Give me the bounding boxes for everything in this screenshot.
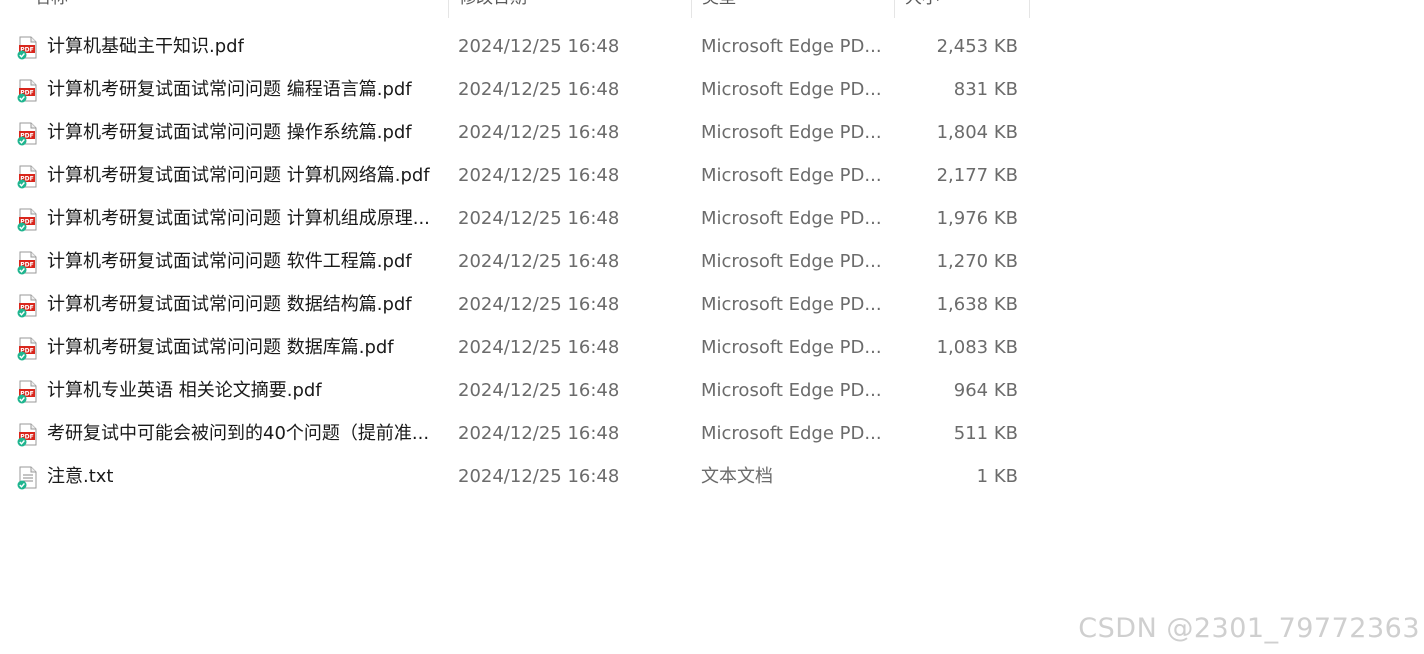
text-file-icon [17, 466, 39, 490]
file-row[interactable]: PDF 考研复试中可能会被问到的40个问题（提前准... 2024/12/25 16… [0, 412, 1030, 455]
file-name: 计算机基础主干知识.pdf [47, 36, 244, 57]
file-size: 511 KB [953, 423, 1018, 444]
file-name: 注意.txt [47, 466, 114, 487]
file-date-modified: 2024/12/25 16:48 [458, 165, 620, 186]
file-type: Microsoft Edge PD... [701, 337, 882, 358]
file-date-modified: 2024/12/25 16:48 [458, 122, 620, 143]
file-type: 文本文档 [701, 466, 773, 487]
watermark: CSDN @2301_79772363 [1078, 613, 1420, 644]
file-name: 考研复试中可能会被问到的40个问题（提前准... [47, 423, 430, 444]
column-header-size[interactable]: 大小 [895, 0, 1030, 18]
pdf-file-icon: PDF [17, 380, 39, 404]
file-size: 1 KB [976, 466, 1018, 487]
file-row[interactable]: 注意.txt 2024/12/25 16:48 文本文档 1 KB [0, 455, 1030, 498]
file-list: PDF 计算机基础主干知识.pdf 2024/12/25 16:48 Microsof… [0, 25, 1030, 498]
column-header-bar: 名称 修改日期 类型 大小 [0, 0, 1030, 18]
file-type: Microsoft Edge PD... [701, 165, 882, 186]
pdf-file-icon: PDF [17, 251, 39, 275]
file-date-modified: 2024/12/25 16:48 [458, 466, 620, 487]
file-date-modified: 2024/12/25 16:48 [458, 380, 620, 401]
file-date-modified: 2024/12/25 16:48 [458, 337, 620, 358]
file-type: Microsoft Edge PD... [701, 423, 882, 444]
file-row[interactable]: PDF 计算机考研复试面试常问问题 数据结构篇.pdf 2024/12/25 16:… [0, 283, 1030, 326]
file-row[interactable]: PDF 计算机基础主干知识.pdf 2024/12/25 16:48 Microsof… [0, 25, 1030, 68]
pdf-file-icon: PDF [17, 294, 39, 318]
file-date-modified: 2024/12/25 16:48 [458, 208, 620, 229]
file-size: 964 KB [953, 380, 1018, 401]
file-row[interactable]: PDF 计算机考研复试面试常问问题 数据库篇.pdf 2024/12/25 16:4… [0, 326, 1030, 369]
file-row[interactable]: PDF 计算机考研复试面试常问问题 软件工程篇.pdf 2024/12/25 16:… [0, 240, 1030, 283]
file-date-modified: 2024/12/25 16:48 [458, 79, 620, 100]
file-type: Microsoft Edge PD... [701, 251, 882, 272]
file-size: 1,083 KB [936, 337, 1018, 358]
pdf-file-icon: PDF [17, 208, 39, 232]
column-header-type[interactable]: 类型 [692, 0, 895, 18]
file-name: 计算机考研复试面试常问问题 计算机组成原理... [47, 208, 430, 229]
file-date-modified: 2024/12/25 16:48 [458, 251, 620, 272]
pdf-file-icon: PDF [17, 423, 39, 447]
file-name: 计算机考研复试面试常问问题 数据结构篇.pdf [47, 294, 412, 315]
file-row[interactable]: PDF 计算机考研复试面试常问问题 操作系统篇.pdf 2024/12/25 16:… [0, 111, 1030, 154]
file-size: 2,177 KB [936, 165, 1018, 186]
file-name: 计算机考研复试面试常问问题 计算机网络篇.pdf [47, 165, 430, 186]
file-name: 计算机考研复试面试常问问题 编程语言篇.pdf [47, 79, 412, 100]
file-size: 831 KB [953, 79, 1018, 100]
pdf-file-icon: PDF [17, 122, 39, 146]
pdf-file-icon: PDF [17, 165, 39, 189]
file-type: Microsoft Edge PD... [701, 79, 882, 100]
file-type: Microsoft Edge PD... [701, 36, 882, 57]
file-name: 计算机考研复试面试常问问题 操作系统篇.pdf [47, 122, 412, 143]
file-name: 计算机考研复试面试常问问题 软件工程篇.pdf [47, 251, 412, 272]
column-header-date-modified[interactable]: 修改日期 [449, 0, 692, 18]
file-type: Microsoft Edge PD... [701, 122, 882, 143]
file-row[interactable]: PDF 计算机考研复试面试常问问题 编程语言篇.pdf 2024/12/25 16:… [0, 68, 1030, 111]
file-type: Microsoft Edge PD... [701, 380, 882, 401]
file-date-modified: 2024/12/25 16:48 [458, 36, 620, 57]
file-date-modified: 2024/12/25 16:48 [458, 294, 620, 315]
column-header-name[interactable]: 名称 [24, 0, 449, 18]
file-size: 1,804 KB [936, 122, 1018, 143]
pdf-file-icon: PDF [17, 337, 39, 361]
pdf-file-icon: PDF [17, 79, 39, 103]
file-row[interactable]: PDF 计算机考研复试面试常问问题 计算机组成原理... 2024/12/25 16… [0, 197, 1030, 240]
file-size: 1,976 KB [936, 208, 1018, 229]
file-row[interactable]: PDF 计算机考研复试面试常问问题 计算机网络篇.pdf 2024/12/25 16… [0, 154, 1030, 197]
file-name: 计算机专业英语 相关论文摘要.pdf [47, 380, 322, 401]
file-type: Microsoft Edge PD... [701, 208, 882, 229]
file-name: 计算机考研复试面试常问问题 数据库篇.pdf [47, 337, 394, 358]
file-type: Microsoft Edge PD... [701, 294, 882, 315]
file-size: 1,638 KB [936, 294, 1018, 315]
file-size: 1,270 KB [936, 251, 1018, 272]
file-row[interactable]: PDF 计算机专业英语 相关论文摘要.pdf 2024/12/25 16:48 Mic… [0, 369, 1030, 412]
file-size: 2,453 KB [936, 36, 1018, 57]
file-date-modified: 2024/12/25 16:48 [458, 423, 620, 444]
pdf-file-icon: PDF [17, 36, 39, 60]
